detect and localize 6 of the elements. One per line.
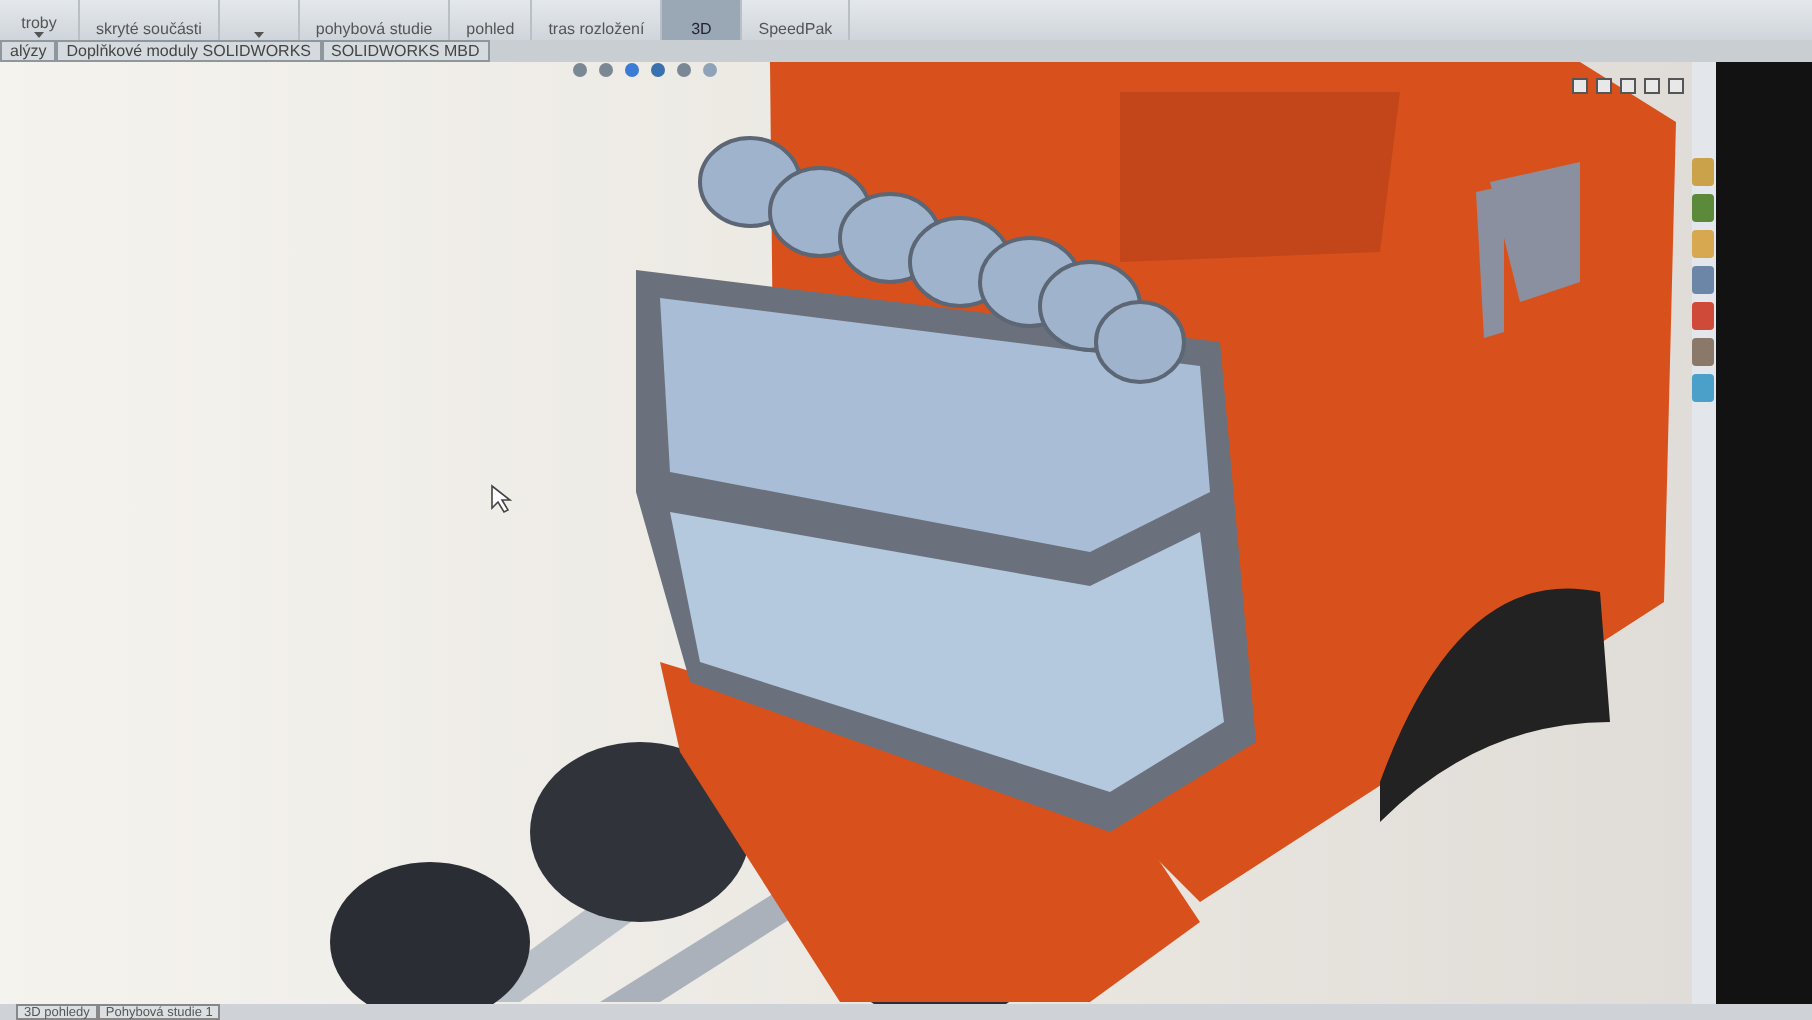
command-tab[interactable]: alýzy xyxy=(0,40,57,62)
cursor-icon xyxy=(491,484,513,514)
ribbon-button[interactable]: 3D xyxy=(662,0,743,40)
command-tab[interactable]: SOLIDWORKS MBD xyxy=(321,40,490,62)
graphics-viewport[interactable] xyxy=(0,62,1692,1004)
command-tab[interactable]: Doplňkové moduly SOLIDWORKS xyxy=(56,40,321,62)
